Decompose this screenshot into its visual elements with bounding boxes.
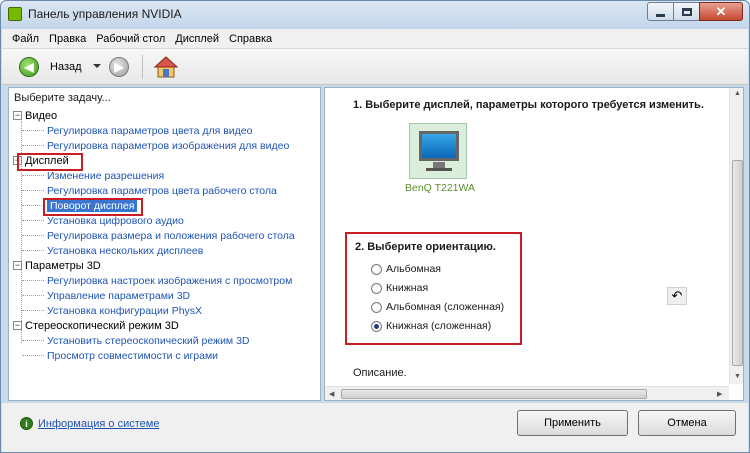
- step1-heading: 1. Выберите дисплей, параметры которого …: [353, 99, 704, 111]
- system-info-link[interactable]: Информация о системе: [38, 418, 159, 430]
- maximize-button[interactable]: [673, 2, 700, 21]
- scroll-down-icon[interactable]: ▼: [734, 373, 741, 380]
- menu-file[interactable]: Файл: [8, 33, 43, 45]
- collapse-icon[interactable]: −: [13, 111, 22, 120]
- radio-portrait-flipped[interactable]: Книжная (сложенная): [371, 320, 491, 332]
- minimize-icon: [656, 13, 665, 17]
- arrow-left-icon: ◀: [24, 60, 34, 74]
- collapse-icon[interactable]: −: [13, 261, 22, 270]
- close-icon: ✕: [715, 4, 727, 19]
- home-icon: [153, 56, 179, 78]
- nvidia-info-icon[interactable]: i: [20, 417, 33, 430]
- step2-heading: 2. Выберите ориентацию.: [355, 241, 496, 253]
- tree-item[interactable]: Установить стереоскопический режим 3D: [13, 333, 318, 348]
- minimize-button[interactable]: [647, 2, 674, 21]
- orientation-group: 2. Выберите ориентацию. Альбомная Книжна…: [345, 232, 522, 345]
- window-title: Панель управления NVIDIA: [28, 7, 182, 21]
- tree-item[interactable]: Установка нескольких дисплеев: [13, 243, 318, 258]
- tree-category-stereo-3d[interactable]: − Стереоскопический режим 3D: [13, 318, 318, 333]
- monitor-label[interactable]: BenQ T221WA: [405, 182, 475, 194]
- tree-category-3d-settings[interactable]: − Параметры 3D: [13, 258, 318, 273]
- menu-desktop[interactable]: Рабочий стол: [92, 33, 169, 45]
- rotate-icon[interactable]: ↶: [667, 287, 687, 305]
- nvidia-app-icon: [8, 7, 22, 21]
- toolbar: ◀ Назад ▶: [2, 49, 748, 85]
- description-label: Описание.: [353, 367, 407, 379]
- tree-item[interactable]: Просмотр совместимости с играми: [13, 348, 318, 363]
- menu-bar: Файл Правка Рабочий стол Дисплей Справка: [2, 29, 748, 49]
- title-bar: Панель управления NVIDIA ✕: [1, 1, 749, 29]
- cancel-button[interactable]: Отмена: [638, 410, 736, 436]
- back-button[interactable]: ◀: [19, 57, 39, 77]
- tree-item[interactable]: Регулировка параметров цвета рабочего ст…: [13, 183, 318, 198]
- arrow-right-icon: ▶: [114, 60, 124, 74]
- display-selector-tile[interactable]: [409, 123, 467, 179]
- content-pane: 1. Выберите дисплей, параметры которого …: [324, 87, 744, 401]
- tree-item[interactable]: Управление параметрами 3D: [13, 288, 318, 303]
- scroll-right-icon[interactable]: ▶: [717, 390, 722, 398]
- collapse-icon[interactable]: −: [13, 321, 22, 330]
- menu-help[interactable]: Справка: [225, 33, 276, 45]
- apply-button[interactable]: Применить: [517, 410, 628, 436]
- tree-item[interactable]: Установка конфигурации PhysX: [13, 303, 318, 318]
- radio-landscape[interactable]: Альбомная: [371, 263, 441, 275]
- home-button[interactable]: [153, 55, 179, 79]
- task-tree-pane: Выберите задачу... − Видео Регулировка па…: [8, 87, 321, 401]
- tree-item[interactable]: Регулировка параметров цвета для видео: [13, 123, 318, 138]
- tree-category-video[interactable]: − Видео: [13, 108, 318, 123]
- vertical-scrollbar[interactable]: ▲ ▼: [729, 88, 743, 384]
- scroll-left-icon[interactable]: ◀: [329, 390, 334, 398]
- highlight-rotate-item: [43, 198, 143, 216]
- vertical-scroll-thumb[interactable]: [732, 160, 743, 366]
- tree-item[interactable]: Регулировка параметров изображения для в…: [13, 138, 318, 153]
- maximize-icon: [681, 7, 692, 16]
- history-dropdown-icon[interactable]: [93, 64, 101, 68]
- back-label[interactable]: Назад: [50, 61, 82, 73]
- toolbar-separator: [142, 55, 143, 79]
- horizontal-scroll-thumb[interactable]: [341, 389, 647, 399]
- radio-landscape-flipped[interactable]: Альбомная (сложенная): [371, 301, 504, 313]
- horizontal-scrollbar[interactable]: ◀ ▶: [325, 386, 729, 400]
- task-header: Выберите задачу...: [14, 92, 111, 104]
- menu-display[interactable]: Дисплей: [171, 33, 223, 45]
- tree-item[interactable]: Регулировка настроек изображения с просм…: [13, 273, 318, 288]
- scroll-up-icon[interactable]: ▲: [734, 90, 741, 97]
- monitor-icon: [419, 131, 459, 161]
- menu-edit[interactable]: Правка: [45, 33, 90, 45]
- forward-button[interactable]: ▶: [109, 57, 129, 77]
- highlight-display-category: [17, 153, 83, 171]
- radio-portrait[interactable]: Книжная: [371, 282, 428, 294]
- task-tree: − Видео Регулировка параметров цвета для …: [13, 108, 318, 363]
- tree-item[interactable]: Регулировка размера и положения рабочего…: [13, 228, 318, 243]
- close-button[interactable]: ✕: [699, 2, 743, 21]
- nvidia-control-panel-window: Панель управления NVIDIA ✕ Файл Правка Р…: [0, 0, 750, 453]
